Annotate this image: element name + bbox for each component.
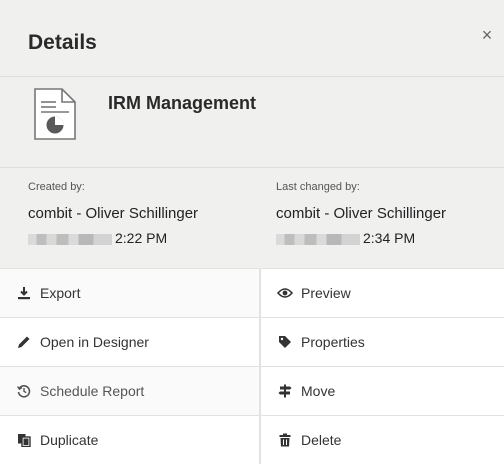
duplicate-button[interactable]: Duplicate — [0, 416, 259, 464]
properties-button[interactable]: Properties — [261, 318, 504, 366]
actions-grid: Export Preview Open in Designer Properti… — [0, 268, 504, 464]
last-changed-label: Last changed by: — [276, 181, 360, 193]
duplicate-label: Duplicate — [40, 432, 99, 448]
created-time: 2:22 PM — [115, 230, 168, 246]
details-header: Details × — [0, 0, 504, 77]
redacted-date — [276, 233, 360, 245]
last-changed-date: 2:34 PM — [276, 230, 415, 246]
redacted-date — [28, 233, 112, 245]
panel-title: Details — [28, 31, 97, 54]
delete-button[interactable]: Delete — [261, 416, 504, 464]
export-label: Export — [40, 285, 81, 301]
report-document-icon — [34, 88, 76, 140]
pencil-icon — [16, 334, 32, 350]
signpost-icon — [277, 383, 293, 399]
download-icon — [16, 285, 32, 301]
copy-icon — [16, 432, 32, 448]
last-changed-user: combit - Oliver Schillinger — [276, 205, 447, 222]
changed-time: 2:34 PM — [363, 230, 416, 246]
move-button[interactable]: Move — [261, 367, 504, 415]
schedule-report-button[interactable]: Schedule Report — [0, 367, 259, 415]
preview-label: Preview — [301, 285, 351, 301]
move-label: Move — [301, 383, 336, 399]
history-clock-icon — [16, 383, 32, 399]
created-by-label: Created by: — [28, 181, 85, 193]
preview-button[interactable]: Preview — [261, 269, 504, 317]
trash-icon — [277, 432, 293, 448]
created-by-user: combit - Oliver Schillinger — [28, 205, 199, 222]
tag-icon — [277, 334, 293, 350]
schedule-report-label: Schedule Report — [40, 383, 145, 399]
open-in-designer-button[interactable]: Open in Designer — [0, 318, 259, 366]
delete-label: Delete — [301, 432, 342, 448]
eye-icon — [277, 285, 293, 301]
export-button[interactable]: Export — [0, 269, 259, 317]
close-icon[interactable]: × — [478, 26, 496, 44]
report-name: IRM Management — [108, 93, 257, 113]
created-date: 2:22 PM — [28, 230, 167, 246]
details-panel: Details × IRM Management Created by: com… — [0, 0, 504, 464]
properties-label: Properties — [301, 334, 365, 350]
open-in-designer-label: Open in Designer — [40, 334, 149, 350]
